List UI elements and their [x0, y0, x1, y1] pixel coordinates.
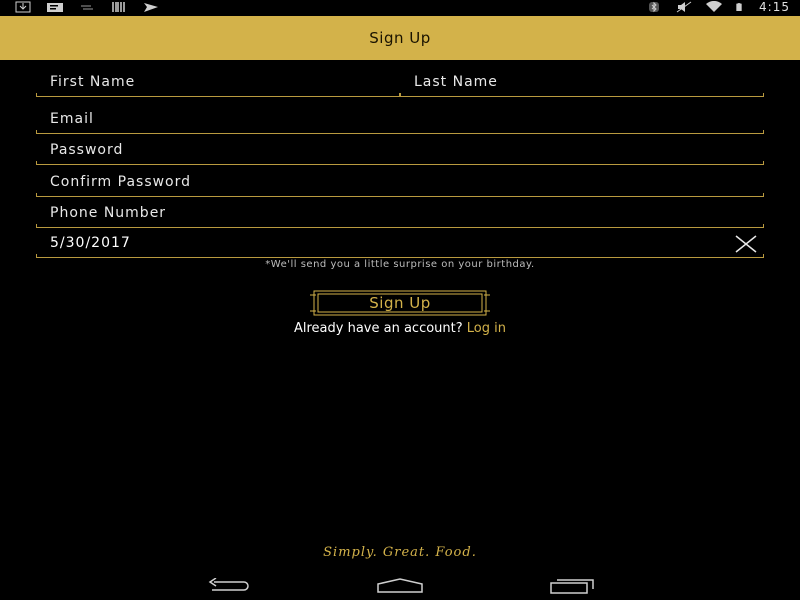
login-prompt: Already have an account? Log in: [0, 321, 800, 336]
login-prompt-text: Already have an account?: [293, 321, 463, 336]
last-name-input[interactable]: [414, 74, 724, 90]
sign-up-button-label: Sign Up: [369, 294, 431, 312]
tagline: Simply. Great. Food.: [323, 545, 477, 560]
phone-input[interactable]: [50, 205, 724, 221]
password-input[interactable]: [50, 142, 724, 158]
recent-apps-icon[interactable]: [549, 578, 595, 594]
app-bar: Sign Up: [0, 16, 800, 60]
wifi-icon: [706, 1, 723, 12]
password-field[interactable]: [36, 138, 764, 165]
birthday-hint: *We'll send you a little surprise on you…: [265, 259, 535, 270]
email-input[interactable]: [50, 111, 724, 127]
navigation-bar: [0, 574, 800, 600]
status-bar: 4:15: [0, 0, 800, 16]
clock: 4:15: [759, 0, 790, 14]
page-title: Sign Up: [369, 29, 431, 47]
confirm-password-field[interactable]: [36, 170, 764, 197]
back-icon[interactable]: [206, 578, 252, 594]
barcode-icon: [112, 2, 125, 12]
sign-up-button[interactable]: Sign Up: [310, 289, 490, 317]
last-name-field[interactable]: [400, 70, 764, 97]
phone-field[interactable]: [36, 201, 764, 228]
battery-icon: [736, 3, 742, 11]
message-icon: [47, 3, 63, 12]
birthday-field[interactable]: [36, 231, 764, 258]
home-icon[interactable]: [376, 578, 424, 594]
mute-icon: [676, 1, 692, 13]
email-field[interactable]: [36, 107, 764, 134]
birthday-input[interactable]: [50, 235, 724, 251]
first-name-input[interactable]: [50, 74, 360, 90]
download-icon: [15, 1, 31, 13]
first-name-field[interactable]: [36, 70, 400, 97]
clear-icon[interactable]: [734, 234, 758, 254]
sync-icon: [81, 5, 93, 10]
login-link[interactable]: Log in: [467, 321, 506, 336]
bluetooth-icon: [649, 1, 660, 13]
confirm-password-input[interactable]: [50, 174, 724, 190]
send-icon: [144, 3, 158, 12]
